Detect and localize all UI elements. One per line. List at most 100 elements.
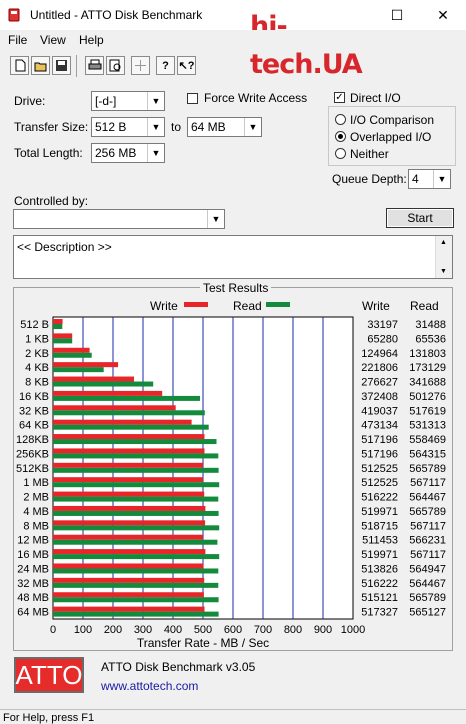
read-value: 565789	[409, 592, 446, 604]
write-bar	[53, 434, 205, 440]
read-bar	[53, 395, 200, 401]
category-label: 8 MB	[23, 520, 49, 532]
read-value: 565127	[409, 607, 446, 619]
write-bar	[53, 390, 163, 396]
x-tick-label: 300	[134, 624, 152, 636]
read-bar	[53, 525, 220, 531]
write-bar	[53, 362, 119, 368]
write-bar	[53, 462, 203, 468]
product-name: ATTO Disk Benchmark v3.05	[101, 660, 256, 674]
write-bar	[53, 491, 205, 497]
write-value: 65280	[367, 333, 398, 345]
read-value: 566231	[409, 535, 446, 547]
read-value: 31488	[415, 319, 446, 331]
category-label: 2 KB	[25, 348, 49, 360]
category-label: 128KB	[16, 434, 49, 446]
category-label: 1 MB	[23, 477, 49, 489]
category-label: 512 B	[20, 319, 49, 331]
x-tick-label: 600	[224, 624, 242, 636]
category-label: 2 MB	[23, 492, 49, 504]
category-label: 12 MB	[17, 535, 49, 547]
read-value: 65536	[415, 333, 446, 345]
write-value: 519971	[361, 506, 398, 518]
write-value: 372408	[361, 391, 398, 403]
category-label: 512KB	[16, 463, 49, 475]
read-value: 565789	[409, 463, 446, 475]
read-bar	[53, 496, 219, 502]
write-bar	[53, 606, 205, 612]
write-value: 512525	[361, 477, 398, 489]
read-bar	[53, 367, 104, 373]
read-value: 558469	[409, 434, 446, 446]
read-value: 517619	[409, 405, 446, 417]
category-label: 16 MB	[17, 549, 49, 561]
read-bar	[53, 410, 205, 416]
write-value: 513826	[361, 563, 398, 575]
write-value: 518715	[361, 520, 398, 532]
write-bar	[53, 534, 203, 540]
write-value: 276627	[361, 377, 398, 389]
category-label: 64 MB	[17, 607, 49, 619]
category-label: 32 MB	[17, 578, 49, 590]
write-value: 516222	[361, 578, 398, 590]
category-label: 256KB	[16, 448, 49, 460]
write-bar	[53, 505, 206, 511]
write-value: 517196	[361, 434, 398, 446]
read-value: 501276	[409, 391, 446, 403]
x-axis-label: Transfer Rate - MB / Sec	[137, 636, 269, 650]
x-tick-label: 700	[254, 624, 272, 636]
write-bar	[53, 376, 134, 382]
website-link[interactable]: www.attotech.com	[101, 679, 198, 693]
transfer-rate-chart: 0 100 200 300 400 500 600 700 800 900 1000 Transfer…	[16, 316, 446, 650]
read-value: 564947	[409, 563, 446, 575]
x-tick-label: 800	[284, 624, 302, 636]
read-value: 341688	[409, 377, 446, 389]
read-value: 567117	[410, 477, 446, 489]
write-value: 517196	[361, 448, 398, 460]
read-bar	[53, 467, 219, 473]
write-value: 124964	[361, 348, 398, 360]
status-text: For Help, press F1	[3, 712, 95, 724]
category-label: 4 KB	[25, 362, 49, 374]
read-value: 131803	[409, 348, 446, 360]
read-bar	[53, 424, 209, 430]
read-value: 531313	[409, 420, 446, 432]
write-value: 221806	[361, 362, 398, 374]
write-bar	[53, 549, 206, 555]
category-label: 64 KB	[19, 420, 49, 432]
read-bar	[53, 453, 219, 459]
read-value: 567117	[410, 520, 446, 532]
category-label: 8 KB	[25, 377, 49, 389]
write-value: 419037	[361, 405, 398, 417]
atto-logo: ATTO	[14, 657, 84, 693]
write-value: 516222	[361, 492, 398, 504]
x-tick-label: 100	[74, 624, 92, 636]
read-bar	[53, 510, 219, 516]
write-bar	[53, 520, 206, 526]
read-bar	[53, 338, 73, 344]
read-bar	[53, 554, 220, 560]
category-label: 24 MB	[17, 563, 49, 575]
read-value: 565789	[409, 506, 446, 518]
read-bar	[53, 439, 217, 445]
write-value: 519971	[361, 549, 398, 561]
write-value: 33197	[367, 319, 398, 331]
read-bar	[53, 539, 218, 545]
read-value: 567117	[410, 549, 446, 561]
write-bar	[53, 405, 176, 411]
write-bar	[53, 319, 63, 324]
category-label: 32 KB	[19, 405, 49, 417]
read-value: 173129	[409, 362, 446, 374]
write-bar	[53, 577, 205, 583]
write-value: 517327	[361, 607, 398, 619]
write-bar	[53, 419, 192, 425]
category-label: 16 KB	[19, 391, 49, 403]
read-bar	[53, 597, 219, 603]
x-tick-label: 900	[314, 624, 332, 636]
x-tick-label: 200	[104, 624, 122, 636]
x-tick-label: 1000	[341, 624, 365, 636]
category-label: 1 KB	[25, 333, 49, 345]
write-value: 512525	[361, 463, 398, 475]
read-bar	[53, 582, 219, 588]
status-bar: For Help, press F1	[0, 709, 466, 724]
